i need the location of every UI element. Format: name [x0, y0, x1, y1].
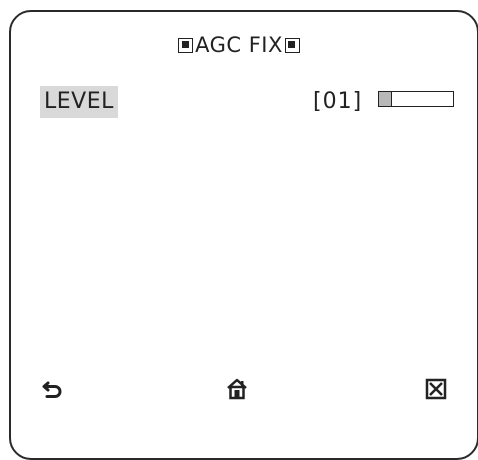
back-arrow-icon[interactable]	[40, 376, 66, 402]
level-value[interactable]: [01]	[313, 86, 362, 118]
level-label[interactable]: LEVEL	[40, 86, 118, 118]
menu-title: AGC FIX	[0, 30, 478, 60]
filled-square-icon	[178, 37, 194, 53]
filled-square-icon	[284, 37, 300, 53]
level-slider[interactable]	[378, 91, 454, 107]
level-slider-fill	[379, 92, 393, 106]
close-box-icon[interactable]	[423, 376, 449, 402]
menu-title-text: AGC FIX	[195, 33, 283, 57]
home-icon[interactable]	[224, 376, 250, 402]
